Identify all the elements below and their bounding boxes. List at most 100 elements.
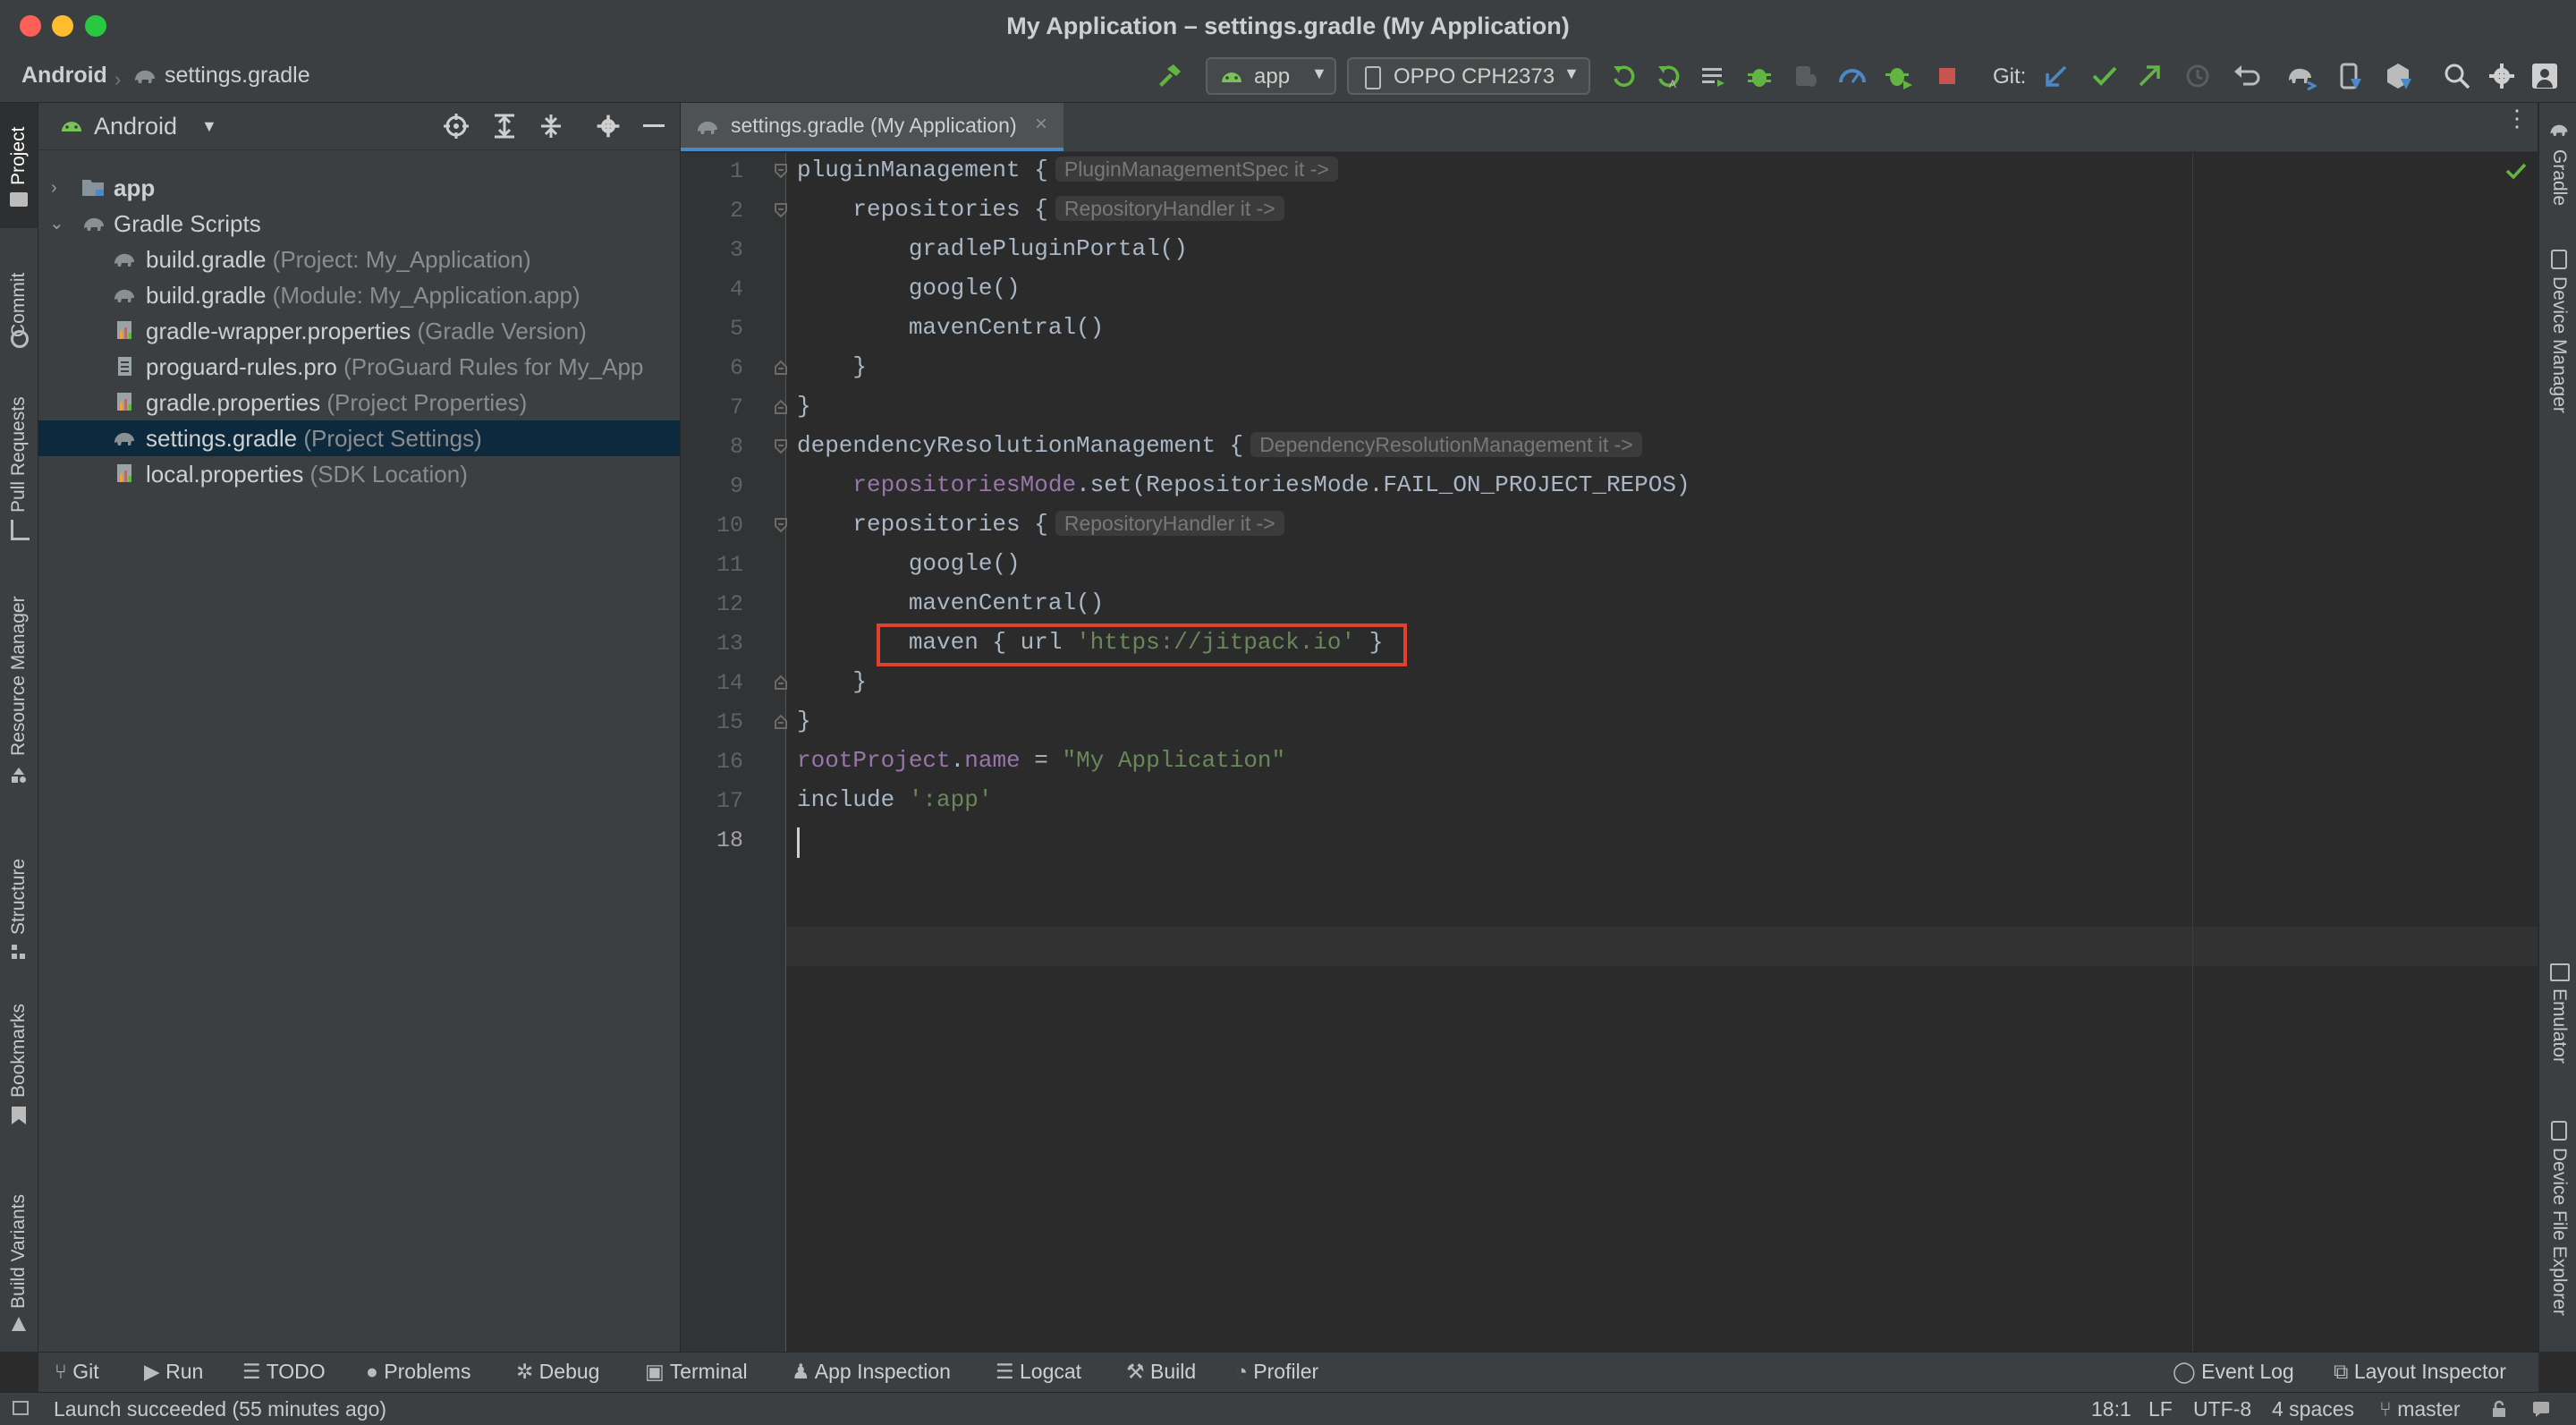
tool-tab-device-manager[interactable]: Device Manager [2548, 276, 2570, 413]
fold-marker-icon[interactable] [774, 438, 788, 454]
tool-build[interactable]: ⚒ Build [1126, 1360, 1196, 1384]
tool-layout-inspector[interactable]: ⧉ Layout Inspector [2334, 1360, 2506, 1384]
tool-tab-device-file-explorer[interactable]: Device File Explorer [2548, 1148, 2570, 1316]
tree-item-settings-gradle[interactable]: settings.gradle (Project Settings) [38, 420, 680, 456]
code-line-10[interactable]: repositories {RepositoryHandler it -> [797, 511, 1284, 538]
attach-debug-android-icon[interactable] [1884, 61, 1914, 91]
tool-profiler[interactable]: ◔ Profiler [1235, 1360, 1318, 1384]
code-line-4[interactable]: google() [797, 275, 1021, 301]
expand-all-icon[interactable] [491, 113, 518, 140]
device-select[interactable]: OPPO CPH2373 ▼ [1347, 57, 1590, 95]
code-line-6[interactable]: } [797, 353, 867, 380]
tool-event-log[interactable]: ◯ Event Log [2173, 1360, 2294, 1384]
debug-bug-icon[interactable] [1744, 61, 1775, 91]
settings-gear-icon[interactable] [2487, 61, 2517, 91]
no-problems-check-icon[interactable] [2505, 162, 2527, 180]
tree-item-gradle-scripts[interactable]: ⌄ Gradle Scripts [38, 206, 680, 242]
code-line-9[interactable]: repositoriesMode.set(RepositoriesMode.FA… [797, 471, 1690, 498]
device-manager-icon[interactable] [2334, 61, 2365, 91]
code-line-14[interactable]: } [797, 668, 867, 695]
chevron-down-icon[interactable]: ▼ [201, 117, 217, 136]
collapse-all-icon[interactable] [538, 113, 564, 140]
tool-logcat[interactable]: ☰ Logcat [996, 1360, 1081, 1384]
tree-item-gradle-wrapper-properties[interactable]: gradle-wrapper.properties (Gradle Versio… [38, 313, 680, 349]
toggle-tool-windows-icon[interactable] [13, 1401, 29, 1415]
gear-icon[interactable] [595, 113, 622, 140]
file-encoding[interactable]: UTF-8 [2193, 1397, 2251, 1421]
tool-run[interactable]: ▶ Run [144, 1360, 203, 1384]
code-line-3[interactable]: gradlePluginPortal() [797, 235, 1188, 262]
tool-terminal[interactable]: ▣ Terminal [645, 1360, 748, 1384]
fold-marker-icon[interactable] [774, 360, 788, 376]
stop-icon[interactable] [1932, 61, 1962, 91]
fold-marker-icon[interactable] [774, 714, 788, 730]
breadcrumb-file[interactable]: settings.gradle [165, 63, 310, 89]
search-icon[interactable] [2442, 61, 2472, 91]
build-hammer-icon[interactable] [1154, 61, 1184, 91]
tool-tab-build-variants[interactable]: Build Variants [8, 1194, 30, 1309]
code-line-1[interactable]: pluginManagement {PluginManagementSpec i… [797, 157, 1338, 183]
tool-problems[interactable]: ● Problems [366, 1360, 470, 1384]
tool-tab-structure[interactable]: Structure [8, 859, 30, 935]
line-separator[interactable]: LF [2148, 1397, 2173, 1421]
code-line-8[interactable]: dependencyResolutionManagement {Dependen… [797, 432, 1642, 459]
tool-git[interactable]: ⑂ Git [55, 1360, 99, 1384]
tool-app-inspection[interactable]: ♟ App Inspection [792, 1360, 951, 1384]
lock-icon[interactable] [2490, 1400, 2508, 1418]
apply-code-changes-icon[interactable]: A [1653, 61, 1683, 91]
fold-marker-icon[interactable] [774, 674, 788, 691]
hide-panel-icon[interactable] [643, 124, 665, 127]
status-message[interactable]: Launch succeeded (55 minutes ago) [54, 1397, 386, 1421]
run-config-select[interactable]: app ▼ [1206, 57, 1336, 95]
attach-debugger-icon[interactable] [1791, 61, 1821, 91]
fold-marker-icon[interactable] [774, 399, 788, 415]
tool-todo[interactable]: ☰ TODO [242, 1360, 326, 1384]
indent-setting[interactable]: 4 spaces [2272, 1397, 2354, 1421]
breadcrumb-root[interactable]: Android [21, 63, 107, 89]
history-clock-icon[interactable] [2182, 61, 2213, 91]
code-line-11[interactable]: google() [797, 550, 1021, 577]
fold-marker-icon[interactable] [774, 202, 788, 218]
git-commit-check-icon[interactable] [2089, 61, 2120, 91]
gradle-sync-icon[interactable] [2286, 61, 2317, 91]
git-update-arrow-icon[interactable] [2041, 61, 2072, 91]
fold-marker-icon[interactable] [774, 163, 788, 179]
run-lines-icon[interactable] [1698, 61, 1728, 91]
close-tab-icon[interactable]: × [1035, 112, 1047, 137]
tool-tab-emulator[interactable]: Emulator [2548, 988, 2570, 1064]
tree-item-proguard-rules[interactable]: proguard-rules.pro (ProGuard Rules for M… [38, 349, 680, 385]
profiler-gauge-icon[interactable] [1837, 61, 1868, 91]
tree-item-build-gradle-project[interactable]: build.gradle (Project: My_Application) [38, 242, 680, 277]
tool-tab-resource-manager[interactable]: Resource Manager [8, 596, 30, 756]
code-line-12[interactable]: mavenCentral() [797, 590, 1104, 616]
code-line-17[interactable]: include ':app' [797, 786, 992, 813]
tool-debug[interactable]: ✲ Debug [516, 1360, 599, 1384]
rollback-undo-icon[interactable] [2231, 61, 2261, 91]
editor-tab-settings-gradle[interactable]: settings.gradle (My Application) × [681, 103, 1063, 151]
tree-item-build-gradle-module[interactable]: build.gradle (Module: My_Application.app… [38, 277, 680, 313]
project-view-mode-label[interactable]: Android [94, 113, 177, 140]
fold-marker-icon[interactable] [774, 517, 788, 533]
tool-tab-bookmarks[interactable]: Bookmarks [8, 1004, 30, 1098]
chevron-right-icon[interactable]: › [51, 170, 57, 206]
apply-changes-restart-icon[interactable] [1608, 61, 1639, 91]
tool-tab-gradle[interactable]: Gradle [2548, 149, 2570, 206]
user-avatar-icon[interactable] [2529, 61, 2560, 91]
caret-position[interactable]: 18:1 [2091, 1397, 2131, 1421]
tree-item-app[interactable]: › app [38, 170, 680, 206]
code-line-2[interactable]: repositories {RepositoryHandler it -> [797, 196, 1284, 223]
tree-item-gradle-properties[interactable]: gradle.properties (Project Properties) [38, 385, 680, 420]
tool-tab-commit[interactable]: Commit [8, 273, 30, 337]
git-push-arrow-icon[interactable] [2134, 61, 2165, 91]
code-line-16[interactable]: rootProject.name = "My Application" [797, 747, 1285, 774]
locate-target-icon[interactable] [443, 113, 470, 140]
git-branch[interactable]: ⑂ master [2379, 1397, 2461, 1421]
code-line-15[interactable]: } [797, 708, 811, 734]
notifications-icon[interactable] [2531, 1400, 2551, 1418]
tree-item-local-properties[interactable]: local.properties (SDK Location) [38, 456, 680, 492]
chevron-down-icon[interactable]: ⌄ [49, 206, 64, 242]
tool-tab-pull-requests[interactable]: Pull Requests [8, 396, 30, 513]
more-options-icon[interactable]: ⋮ [2505, 106, 2529, 130]
code-line-5[interactable]: mavenCentral() [797, 314, 1104, 341]
code-line-7[interactable]: } [797, 393, 811, 420]
